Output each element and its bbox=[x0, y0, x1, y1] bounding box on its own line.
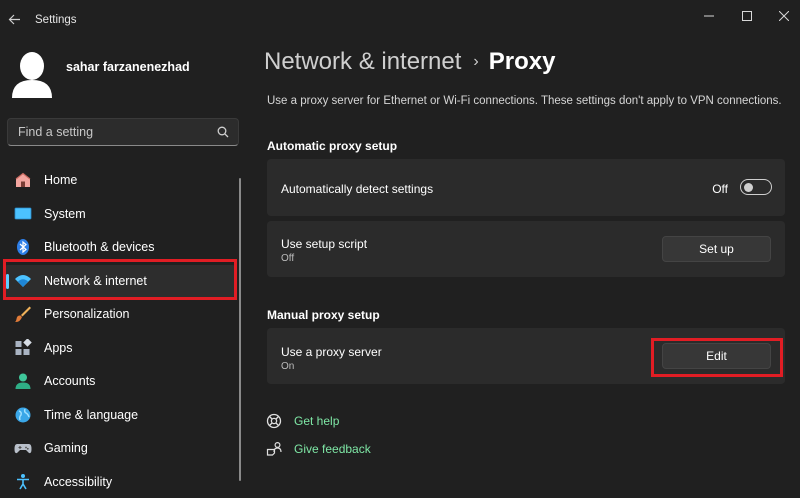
close-button[interactable] bbox=[767, 6, 800, 26]
back-arrow-icon bbox=[8, 14, 20, 24]
sidebar-item-label: Network & internet bbox=[44, 274, 147, 288]
help-icon bbox=[266, 413, 282, 429]
toggle-state-label: Off bbox=[712, 182, 728, 196]
app-title: Settings bbox=[35, 14, 77, 26]
apps-icon bbox=[15, 339, 32, 355]
avatar[interactable] bbox=[10, 48, 54, 98]
sidebar-scrollbar[interactable] bbox=[239, 178, 241, 481]
setup-script-status: Off bbox=[281, 253, 295, 264]
sidebar-item-time-language[interactable]: Time & language bbox=[4, 399, 236, 431]
sidebar-item-label: Personalization bbox=[44, 307, 130, 321]
breadcrumb: Network & internet › Proxy bbox=[264, 48, 555, 76]
chevron-right-icon: › bbox=[473, 53, 479, 70]
sidebar-item-accessibility[interactable]: Accessibility bbox=[4, 466, 236, 498]
setup-script-label: Use setup script bbox=[281, 237, 368, 251]
auto-detect-toggle[interactable] bbox=[740, 179, 772, 195]
proxy-server-card: Use a proxy server On Edit bbox=[267, 328, 785, 384]
page-description: Use a proxy server for Ethernet or Wi-Fi… bbox=[267, 95, 782, 107]
sidebar-item-label: System bbox=[44, 207, 86, 221]
user-name: sahar farzanenezhad bbox=[66, 60, 190, 74]
get-help-label[interactable]: Get help bbox=[294, 414, 339, 428]
page-title: Proxy bbox=[488, 48, 556, 75]
setup-script-card: Use setup script Off Set up bbox=[267, 221, 785, 277]
sidebar-item-label: Home bbox=[44, 173, 78, 187]
minimize-icon bbox=[704, 15, 714, 17]
sidebar-item-bluetooth[interactable]: Bluetooth & devices bbox=[4, 231, 236, 263]
search-input[interactable] bbox=[18, 125, 208, 139]
sidebar-item-label: Apps bbox=[44, 341, 73, 355]
minimize-button[interactable] bbox=[692, 6, 726, 26]
home-icon bbox=[15, 172, 31, 187]
edit-button[interactable]: Edit bbox=[662, 343, 771, 369]
accounts-icon bbox=[15, 373, 31, 389]
sidebar-item-apps[interactable]: Apps bbox=[4, 332, 236, 364]
proxy-server-label: Use a proxy server bbox=[281, 345, 382, 359]
sidebar-item-network[interactable]: Network & internet bbox=[4, 265, 236, 297]
accessibility-icon bbox=[17, 474, 29, 490]
system-icon bbox=[14, 207, 32, 220]
proxy-server-status: On bbox=[281, 361, 295, 372]
maximize-icon bbox=[742, 11, 752, 21]
sidebar-item-label: Bluetooth & devices bbox=[44, 240, 155, 254]
auto-detect-card: Automatically detect settings Off bbox=[267, 159, 785, 216]
globe-icon bbox=[15, 407, 31, 423]
give-feedback-label[interactable]: Give feedback bbox=[294, 442, 371, 456]
breadcrumb-parent[interactable]: Network & internet bbox=[264, 48, 461, 75]
sidebar-item-label: Gaming bbox=[44, 441, 88, 455]
auto-detect-label: Automatically detect settings bbox=[281, 182, 434, 196]
sidebar-item-system[interactable]: System bbox=[4, 198, 236, 230]
feedback-icon bbox=[266, 441, 282, 456]
sidebar-item-gaming[interactable]: Gaming bbox=[4, 432, 236, 464]
search-icon[interactable] bbox=[217, 126, 229, 138]
brush-icon bbox=[15, 306, 31, 323]
sidebar-item-label: Accessibility bbox=[44, 475, 113, 489]
gamepad-icon bbox=[14, 444, 32, 454]
sidebar-item-home[interactable]: Home bbox=[4, 164, 236, 196]
sidebar-item-label: Time & language bbox=[44, 408, 139, 422]
toggle-knob bbox=[744, 182, 753, 192]
wifi-icon bbox=[15, 275, 31, 287]
back-button[interactable] bbox=[0, 5, 28, 33]
close-icon bbox=[779, 11, 789, 21]
title-bar: Settings bbox=[0, 0, 800, 40]
set-up-button[interactable]: Set up bbox=[662, 236, 771, 262]
search-box[interactable] bbox=[7, 118, 239, 146]
sidebar-item-accounts[interactable]: Accounts bbox=[4, 365, 236, 397]
bluetooth-icon bbox=[17, 239, 29, 255]
sidebar-item-label: Accounts bbox=[44, 374, 96, 388]
automatic-section-title: Automatic proxy setup bbox=[267, 139, 398, 153]
user-avatar-icon bbox=[12, 52, 52, 98]
manual-section-title: Manual proxy setup bbox=[267, 308, 380, 322]
sidebar-item-personalization[interactable]: Personalization bbox=[4, 298, 236, 330]
maximize-button[interactable] bbox=[730, 6, 764, 26]
